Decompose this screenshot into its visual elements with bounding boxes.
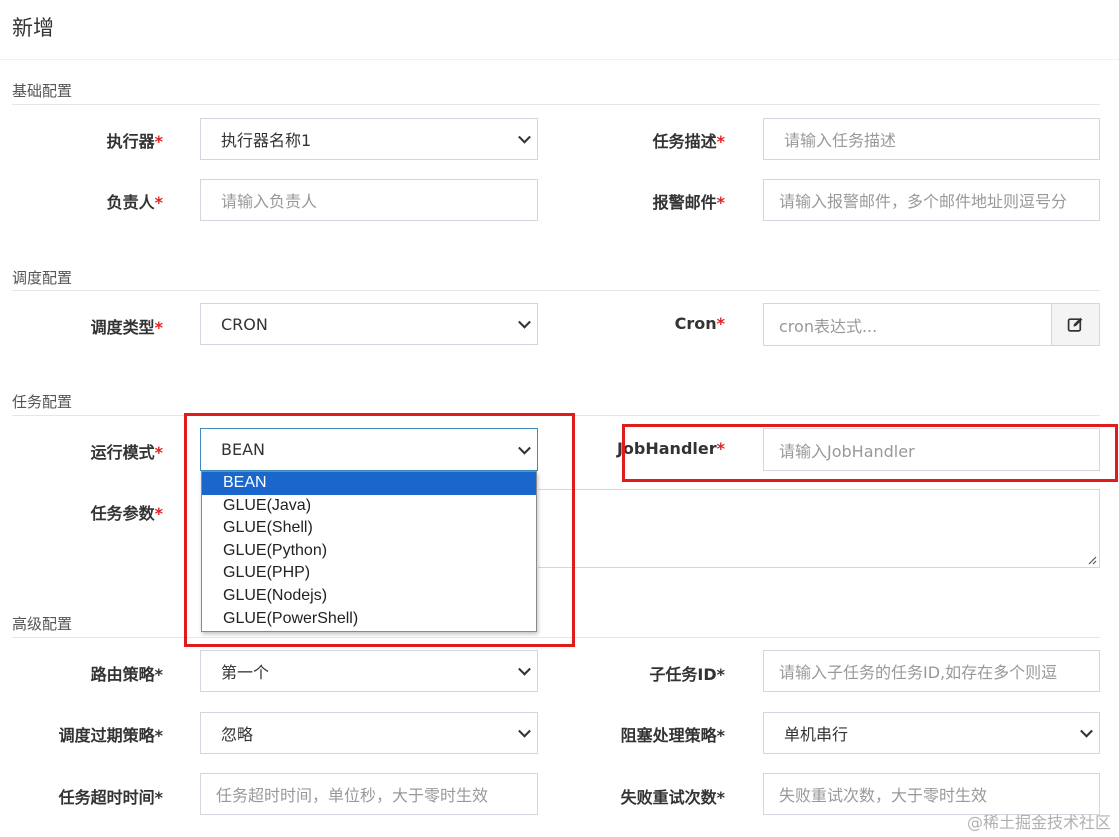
block-strategy-select[interactable]: 单机串行 [763, 712, 1100, 754]
alarm-email-input[interactable]: 请输入报警邮件，多个邮件地址则逗号分 [763, 179, 1100, 221]
executor-select[interactable]: 执行器名称1 [200, 118, 538, 160]
section-schedule: 调度配置 [12, 269, 73, 287]
author-input[interactable]: 请输入负责人 [200, 179, 538, 221]
section-basic-divider [12, 104, 1100, 105]
executor-label: 执行器* [106, 132, 163, 151]
title-divider [0, 59, 1119, 60]
edit-icon [1067, 317, 1083, 332]
section-basic: 基础配置 [12, 82, 73, 100]
timeout-label: 任务超时时间* [58, 788, 163, 807]
block-strategy-label: 阻塞处理策略* [620, 726, 725, 745]
cron-edit-button[interactable] [1051, 303, 1100, 346]
highlight-box-glue-type [184, 413, 575, 647]
glue-type-label: 运行模式* [90, 443, 163, 462]
misfire-strategy-label: 调度过期策略* [58, 726, 163, 745]
highlight-box-job-handler [622, 424, 1118, 482]
job-param-label: 任务参数* [90, 504, 163, 523]
job-desc-label: 任务描述* [652, 132, 725, 151]
child-job-id-label: 子任务ID* [649, 665, 725, 684]
misfire-strategy-select[interactable]: 忽略 [200, 712, 538, 754]
fail-retry-label: 失败重试次数* [620, 788, 725, 807]
schedule-type-select[interactable]: CRON [200, 303, 538, 345]
author-label: 负责人* [106, 193, 163, 212]
route-strategy-label: 路由策略* [90, 665, 163, 684]
alarm-email-label: 报警邮件* [652, 193, 725, 212]
chevron-down-icon [1080, 724, 1093, 738]
section-advanced: 高级配置 [12, 615, 73, 633]
watermark: @稀土掘金技术社区 [966, 813, 1111, 832]
section-schedule-divider [12, 290, 1100, 291]
child-job-id-input[interactable]: 请输入子任务的任务ID,如存在多个则逗 [763, 650, 1100, 692]
modal-title: 新增 [12, 16, 54, 40]
timeout-input[interactable]: 任务超时时间，单位秒，大于零时生效 [200, 773, 538, 815]
section-task: 任务配置 [12, 393, 73, 411]
route-strategy-select[interactable]: 第一个 [200, 650, 538, 692]
cron-label: Cron* [674, 314, 725, 333]
schedule-type-label: 调度类型* [90, 318, 163, 337]
cron-input[interactable]: cron表达式... [763, 303, 1052, 346]
resize-handle-icon[interactable] [1087, 555, 1097, 565]
job-param-textarea[interactable] [538, 489, 1100, 568]
job-desc-input[interactable]: 请输入任务描述 [763, 118, 1100, 160]
